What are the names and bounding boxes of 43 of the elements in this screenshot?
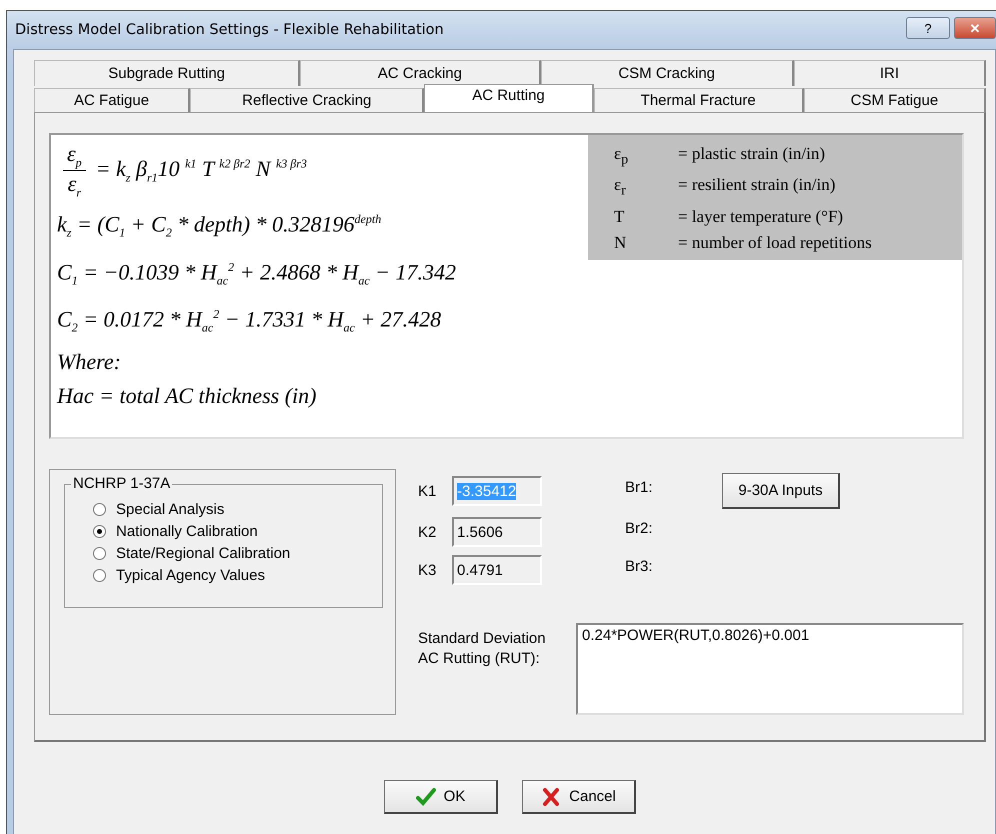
equation: C$_{2}$ = 0.0172 * H$_{ac}$$^{2}$ − 1.7331 * H$_{ac}$ + 27.428 xyxy=(57,306,442,337)
coefficient-field[interactable]: 1.5606 xyxy=(452,517,542,547)
field-label: Br2: xyxy=(624,520,654,536)
radio-option[interactable]: Typical Agency Values xyxy=(93,567,265,584)
legend-text: = plastic strain (in/in) xyxy=(678,143,826,165)
field-label: Br1: xyxy=(624,478,654,496)
legend-text: = layer temperature (°F) xyxy=(678,206,844,228)
field-label: Br3: xyxy=(624,558,654,574)
legend-symbol: T xyxy=(614,206,626,228)
tab[interactable]: CSM Fatigue xyxy=(804,88,986,112)
tab[interactable]: AC Cracking xyxy=(300,60,541,86)
legend-text: = resilient strain (in/in) xyxy=(678,174,836,196)
tab[interactable]: IRI xyxy=(794,60,986,86)
cancel-button[interactable]: Cancel xyxy=(522,780,636,814)
field-label: K2 xyxy=(418,524,438,540)
tab[interactable]: CSM Cracking xyxy=(540,60,794,86)
equation: Hac = total AC thickness (in) xyxy=(57,382,318,410)
equation-label: Where: xyxy=(57,348,122,376)
formula-field[interactable]: 0.24*POWER(RUT,0.8026)+0.001 xyxy=(576,623,964,715)
radio-option[interactable]: Special Analysis xyxy=(93,501,224,518)
window-title: Distress Model Calibration Settings - Flexible Rehabilitation xyxy=(15,22,444,38)
cross-icon xyxy=(541,786,562,806)
field-label: Standard Deviation AC Rutting (RUT): xyxy=(418,629,547,669)
tab[interactable]: AC Fatigue xyxy=(34,88,190,112)
checkmark-icon xyxy=(416,786,436,806)
tab[interactable]: Reflective Cracking xyxy=(190,88,424,112)
equation: C$_{1}$ = −0.1039 * H$_{ac}$$^{2}$ + 2.4868 * H$_{ac}$ − 17.342 xyxy=(57,258,456,290)
field-label: K1 xyxy=(418,482,438,500)
ok-button[interactable]: OK xyxy=(384,780,498,814)
legend-symbol: ε$_{r}$ xyxy=(614,174,627,201)
legend-symbol: ε$_{p}$ xyxy=(614,143,630,170)
tab[interactable]: Thermal Fracture xyxy=(594,88,804,112)
legend-symbol: N xyxy=(614,232,628,254)
radio-option[interactable]: State/Regional Calibration xyxy=(93,545,290,562)
tab[interactable]: Subgrade Rutting xyxy=(34,60,300,86)
inputs-button[interactable]: 9-30A Inputs xyxy=(722,473,840,509)
help-button[interactable]: ? xyxy=(906,17,950,39)
radio-option[interactable]: Nationally Calibration xyxy=(93,523,258,540)
equation: k$_{z}$ = (C$_{1}$ + C$_{2}$ * depth) * 0.328196$^{depth}$ xyxy=(57,210,382,242)
coefficient-field[interactable]: 0.4791 xyxy=(452,555,542,585)
field-label: K3 xyxy=(418,562,438,578)
legend-text: = number of load repetitions xyxy=(678,232,873,254)
tab[interactable]: AC Rutting xyxy=(424,84,594,112)
